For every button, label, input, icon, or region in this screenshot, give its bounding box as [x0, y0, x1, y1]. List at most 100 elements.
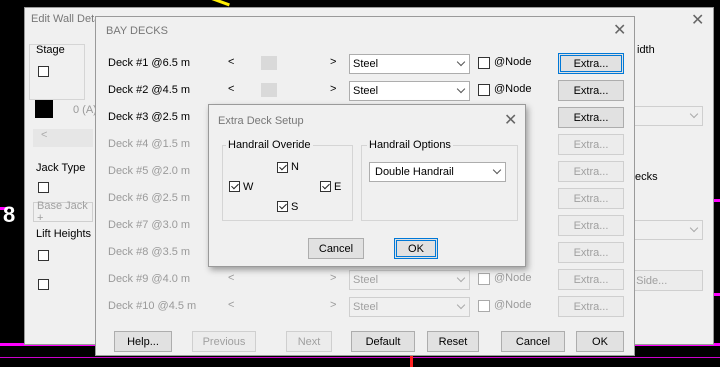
help-label: Help...	[127, 335, 159, 348]
lift-heights-checkbox-1[interactable]	[38, 250, 49, 261]
scroll-right-icon[interactable]: >	[330, 83, 336, 95]
ok-label: OK	[592, 335, 608, 348]
extra-label: Extra...	[573, 219, 609, 232]
handrail-e-checkbox[interactable]	[320, 181, 331, 192]
handrail-options-select[interactable]: Double Handrail	[369, 162, 506, 182]
next-button[interactable]: Next	[286, 331, 332, 352]
handrail-options-label: Handrail Options	[367, 139, 453, 151]
close-icon[interactable]: ✕	[504, 113, 517, 129]
material-select[interactable]: Steel	[349, 297, 470, 317]
node-label: @Node	[494, 299, 532, 311]
extra-button[interactable]: Extra...	[558, 161, 624, 182]
close-icon[interactable]: ✕	[691, 13, 704, 29]
scroll-right-icon[interactable]: >	[330, 56, 336, 68]
extra-button[interactable]: Extra...	[558, 215, 624, 236]
extra-label: Extra...	[573, 84, 609, 97]
node-label: @Node	[494, 56, 532, 68]
lift-heights-checkbox-2[interactable]	[38, 279, 49, 290]
decks-select[interactable]: l	[625, 220, 703, 240]
node-checkbox[interactable]	[478, 57, 490, 69]
extra-cancel-label: Cancel	[318, 242, 354, 255]
jack-type-checkbox[interactable]	[38, 182, 49, 193]
base-jack-select[interactable]: Base Jack +	[33, 200, 93, 224]
handrail-s-label: S	[291, 201, 299, 213]
material-select[interactable]: Steel	[349, 54, 470, 74]
extra-button[interactable]: Extra...	[558, 269, 624, 290]
cancel-button[interactable]: Cancel	[501, 331, 565, 352]
deck-label: Deck #7 @3.0 m	[108, 219, 191, 231]
jack-type-label: Jack Type	[36, 162, 86, 174]
width-label: idth	[637, 44, 655, 56]
cad-line	[0, 357, 720, 358]
extra-label: Extra...	[573, 246, 609, 259]
chevron-down-icon	[689, 223, 699, 233]
scroll-left-icon[interactable]: <	[228, 272, 234, 284]
deck-label: Deck #8 @3.5 m	[108, 246, 191, 258]
node-checkbox[interactable]	[478, 84, 490, 96]
slider-thumb[interactable]	[261, 83, 277, 97]
handrail-n-checkbox[interactable]	[277, 162, 288, 173]
deck-label: Deck #6 @2.5 m	[108, 192, 191, 204]
stage-label: Stage	[36, 44, 65, 56]
material-value: Steel	[353, 85, 379, 97]
extra-cancel-button[interactable]: Cancel	[308, 238, 364, 259]
handrail-s-checkbox[interactable]	[277, 201, 288, 212]
scroll-right-icon[interactable]: >	[330, 272, 336, 284]
node-checkbox[interactable]	[478, 273, 490, 285]
deck-label: Deck #4 @1.5 m	[108, 138, 191, 150]
deck-row: Deck #1 @6.5 m < > Steel @Node Extra...	[96, 52, 636, 76]
chevron-down-icon	[456, 300, 466, 310]
extra-ok-button[interactable]: OK	[394, 238, 438, 259]
material-select[interactable]: Steel	[349, 270, 470, 290]
material-select[interactable]: Steel	[349, 81, 470, 101]
scroll-right-icon[interactable]: >	[330, 299, 336, 311]
scroll-left-arrow[interactable]: <	[33, 129, 93, 147]
set-side-button[interactable]: t Side...	[625, 270, 703, 291]
scroll-left-icon[interactable]: <	[228, 83, 234, 95]
extra-label: Extra...	[573, 273, 609, 286]
material-value: Steel	[353, 58, 379, 70]
extra-button[interactable]: Extra...	[558, 134, 624, 155]
next-label: Next	[297, 335, 321, 348]
previous-label: Previous	[202, 335, 246, 348]
extra-button[interactable]: Extra...	[558, 296, 624, 317]
slider-thumb[interactable]	[261, 56, 277, 70]
chevron-down-icon	[456, 84, 466, 94]
material-value: Steel	[353, 274, 379, 286]
width-select[interactable]	[625, 106, 703, 126]
scroll-left-icon[interactable]: <	[228, 56, 234, 68]
extra-button[interactable]: Extra...	[558, 107, 624, 128]
extra-button[interactable]: Extra...	[558, 80, 624, 101]
default-button[interactable]: Default	[351, 331, 415, 352]
extra-button[interactable]: Extra...	[558, 188, 624, 209]
color-swatch[interactable]	[35, 100, 53, 118]
handrail-w-checkbox[interactable]	[229, 181, 240, 192]
scroll-left-icon[interactable]: <	[228, 299, 234, 311]
cad-yellow-line	[210, 0, 230, 7]
reset-label: Reset	[438, 335, 468, 348]
material-value: Steel	[353, 301, 379, 313]
default-label: Default	[365, 335, 401, 348]
previous-button[interactable]: Previous	[192, 331, 256, 352]
reset-button[interactable]: Reset	[427, 331, 479, 352]
close-icon[interactable]: ✕	[613, 23, 626, 39]
extra-label: Extra...	[573, 111, 609, 124]
chevron-down-icon	[456, 57, 466, 67]
lift-heights-label: Lift Heights	[36, 228, 92, 240]
deck-row: Deck #10 @4.5 m < > Steel @Node Extra...	[96, 295, 636, 319]
ok-button[interactable]: OK	[576, 331, 624, 352]
handrail-w-label: W	[243, 181, 254, 193]
deck-label: Deck #3 @2.5 m	[108, 111, 191, 123]
base-jack-value: Base Jack +	[37, 200, 88, 224]
handrail-e-label: E	[334, 181, 342, 193]
extra-label: Extra...	[573, 138, 609, 151]
extra-button[interactable]: Extra...	[558, 53, 624, 74]
cad-white-glyph: 8	[3, 202, 16, 227]
deck-label: Deck #10 @4.5 m	[108, 300, 197, 312]
help-button[interactable]: Help...	[114, 331, 172, 352]
node-checkbox[interactable]	[478, 300, 490, 312]
extra-ok-label: OK	[408, 242, 424, 255]
extra-deck-setup-dialog: Extra Deck Setup ✕ Handrail Overide N W …	[208, 104, 526, 267]
stage-checkbox[interactable]	[38, 66, 49, 77]
extra-button[interactable]: Extra...	[558, 242, 624, 263]
